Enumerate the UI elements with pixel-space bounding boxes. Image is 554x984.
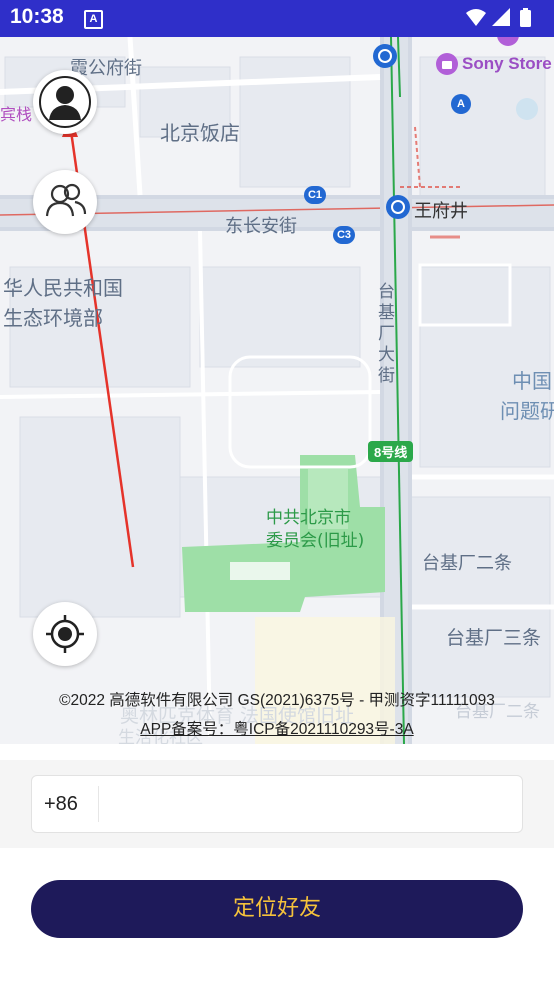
map-label: 中共北京市 [266, 508, 351, 528]
map-view[interactable]: 霞公府街 宾栈 北京饭店 东长安街 王府井 Sony Store 华人民共和国 … [0, 37, 554, 744]
map-label: 宾栈 [0, 105, 33, 124]
friends-icon [45, 183, 87, 217]
signal-icon [492, 8, 510, 26]
notification-icon: A [84, 10, 103, 29]
phone-number-input[interactable] [104, 784, 516, 826]
metro-badge-c1: C1 [304, 186, 326, 204]
status-icons [466, 8, 531, 27]
status-time: 10:38 [10, 5, 64, 28]
map-label: 华人民共和国 [3, 276, 123, 300]
my-location-button[interactable] [33, 602, 97, 666]
divider [98, 786, 99, 822]
metro-line-8-label: 8号线 [368, 441, 414, 462]
friends-list-button[interactable] [33, 170, 97, 234]
country-code[interactable]: +86 [44, 793, 78, 816]
map-label: 生态环境部 [3, 306, 103, 330]
map-label: 委员会(旧址) [266, 531, 365, 551]
map-label: 台基厂三条 [446, 627, 542, 649]
metro-badge-c3: C3 [333, 226, 355, 244]
icp-license-link[interactable]: APP备案号：粤ICP备2021110293号-3A [0, 717, 554, 739]
status-bar: 10:38 A [0, 0, 554, 37]
crosshair-icon [46, 615, 84, 653]
map-label: 台基厂大街 [378, 282, 395, 386]
friend-avatar-button[interactable] [33, 70, 97, 134]
map-label: 台基厂二条 [422, 553, 512, 574]
phone-field: +86 [31, 775, 523, 833]
metro-exit-badge: A [451, 94, 471, 114]
exit-icon [516, 98, 538, 120]
map-copyright: ©2022 高德软件有限公司 GS(2021)6375号 - 甲测资字11111… [59, 692, 495, 709]
wifi-icon [466, 9, 486, 26]
battery-icon [520, 8, 531, 27]
map-label: Sony Store [462, 54, 552, 73]
locate-friend-button[interactable]: 定位好友 [31, 880, 523, 938]
map-label: 中国 [512, 369, 552, 393]
map-label: 东长安街 [225, 216, 297, 237]
map-label: 王府井 [414, 201, 468, 222]
user-avatar-icon [39, 76, 91, 128]
map-label: 问题研 [500, 399, 554, 423]
map-label: 北京饭店 [160, 121, 240, 145]
phone-section: +86 [0, 760, 554, 848]
